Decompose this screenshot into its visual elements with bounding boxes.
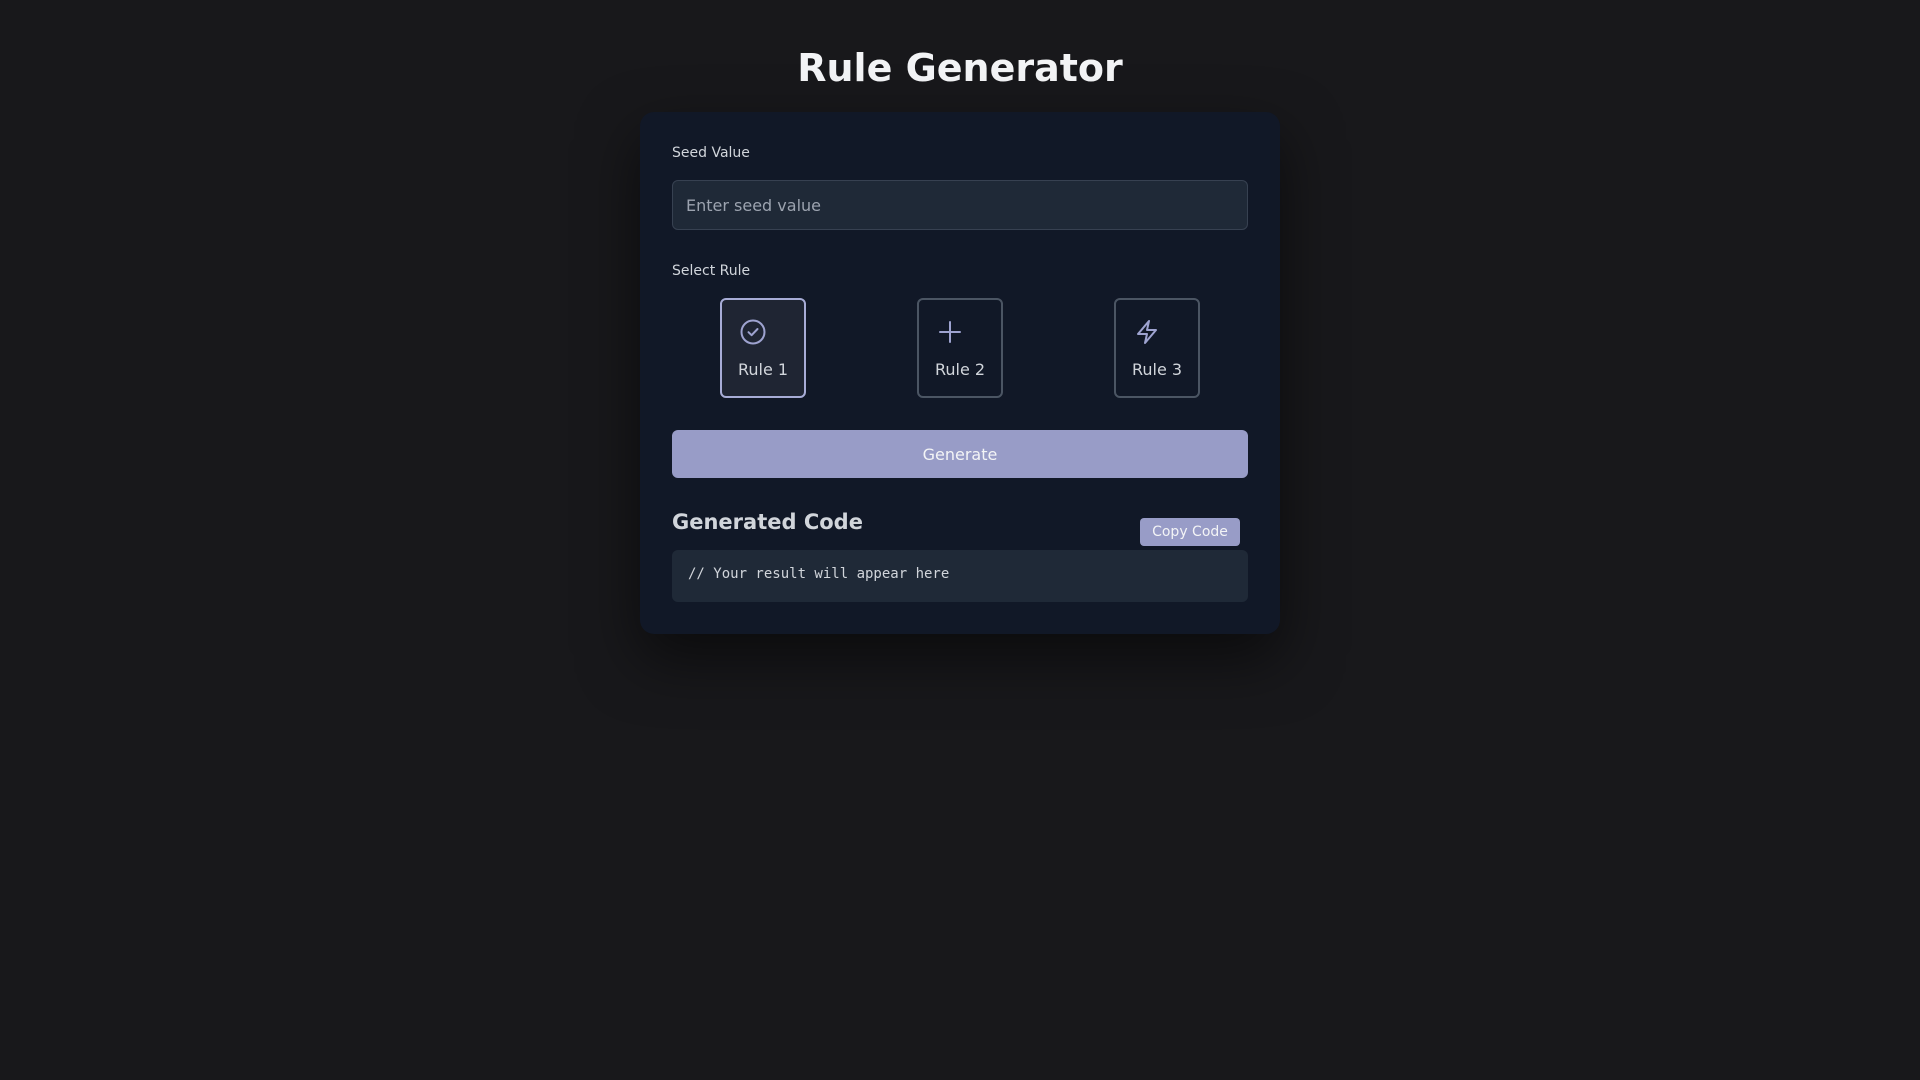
rule-2-label: Rule 2 [934, 360, 986, 379]
page-title: Rule Generator [797, 46, 1123, 90]
seed-value-input[interactable] [672, 180, 1248, 230]
seed-value-label: Seed Value [672, 145, 750, 161]
copy-code-button[interactable]: Copy Code [1140, 518, 1240, 546]
lightning-bolt-icon [1137, 320, 1157, 344]
rule-1-option[interactable]: Rule 1 [720, 298, 806, 398]
generated-code-output: // Your result will appear here [672, 550, 1248, 602]
rule-3-option[interactable]: Rule 3 [1114, 298, 1200, 398]
check-circle-icon [740, 319, 766, 345]
generate-button[interactable]: Generate [672, 430, 1248, 478]
generated-code-title: Generated Code [672, 510, 863, 534]
select-rule-label: Select Rule [672, 263, 751, 279]
generator-card: Seed Value Select Rule Rule 1 Rule 2 Rul… [640, 112, 1280, 634]
plus-icon [939, 321, 961, 343]
rule-3-label: Rule 3 [1131, 360, 1183, 379]
rule-1-label: Rule 1 [737, 360, 789, 379]
rule-2-option[interactable]: Rule 2 [917, 298, 1003, 398]
